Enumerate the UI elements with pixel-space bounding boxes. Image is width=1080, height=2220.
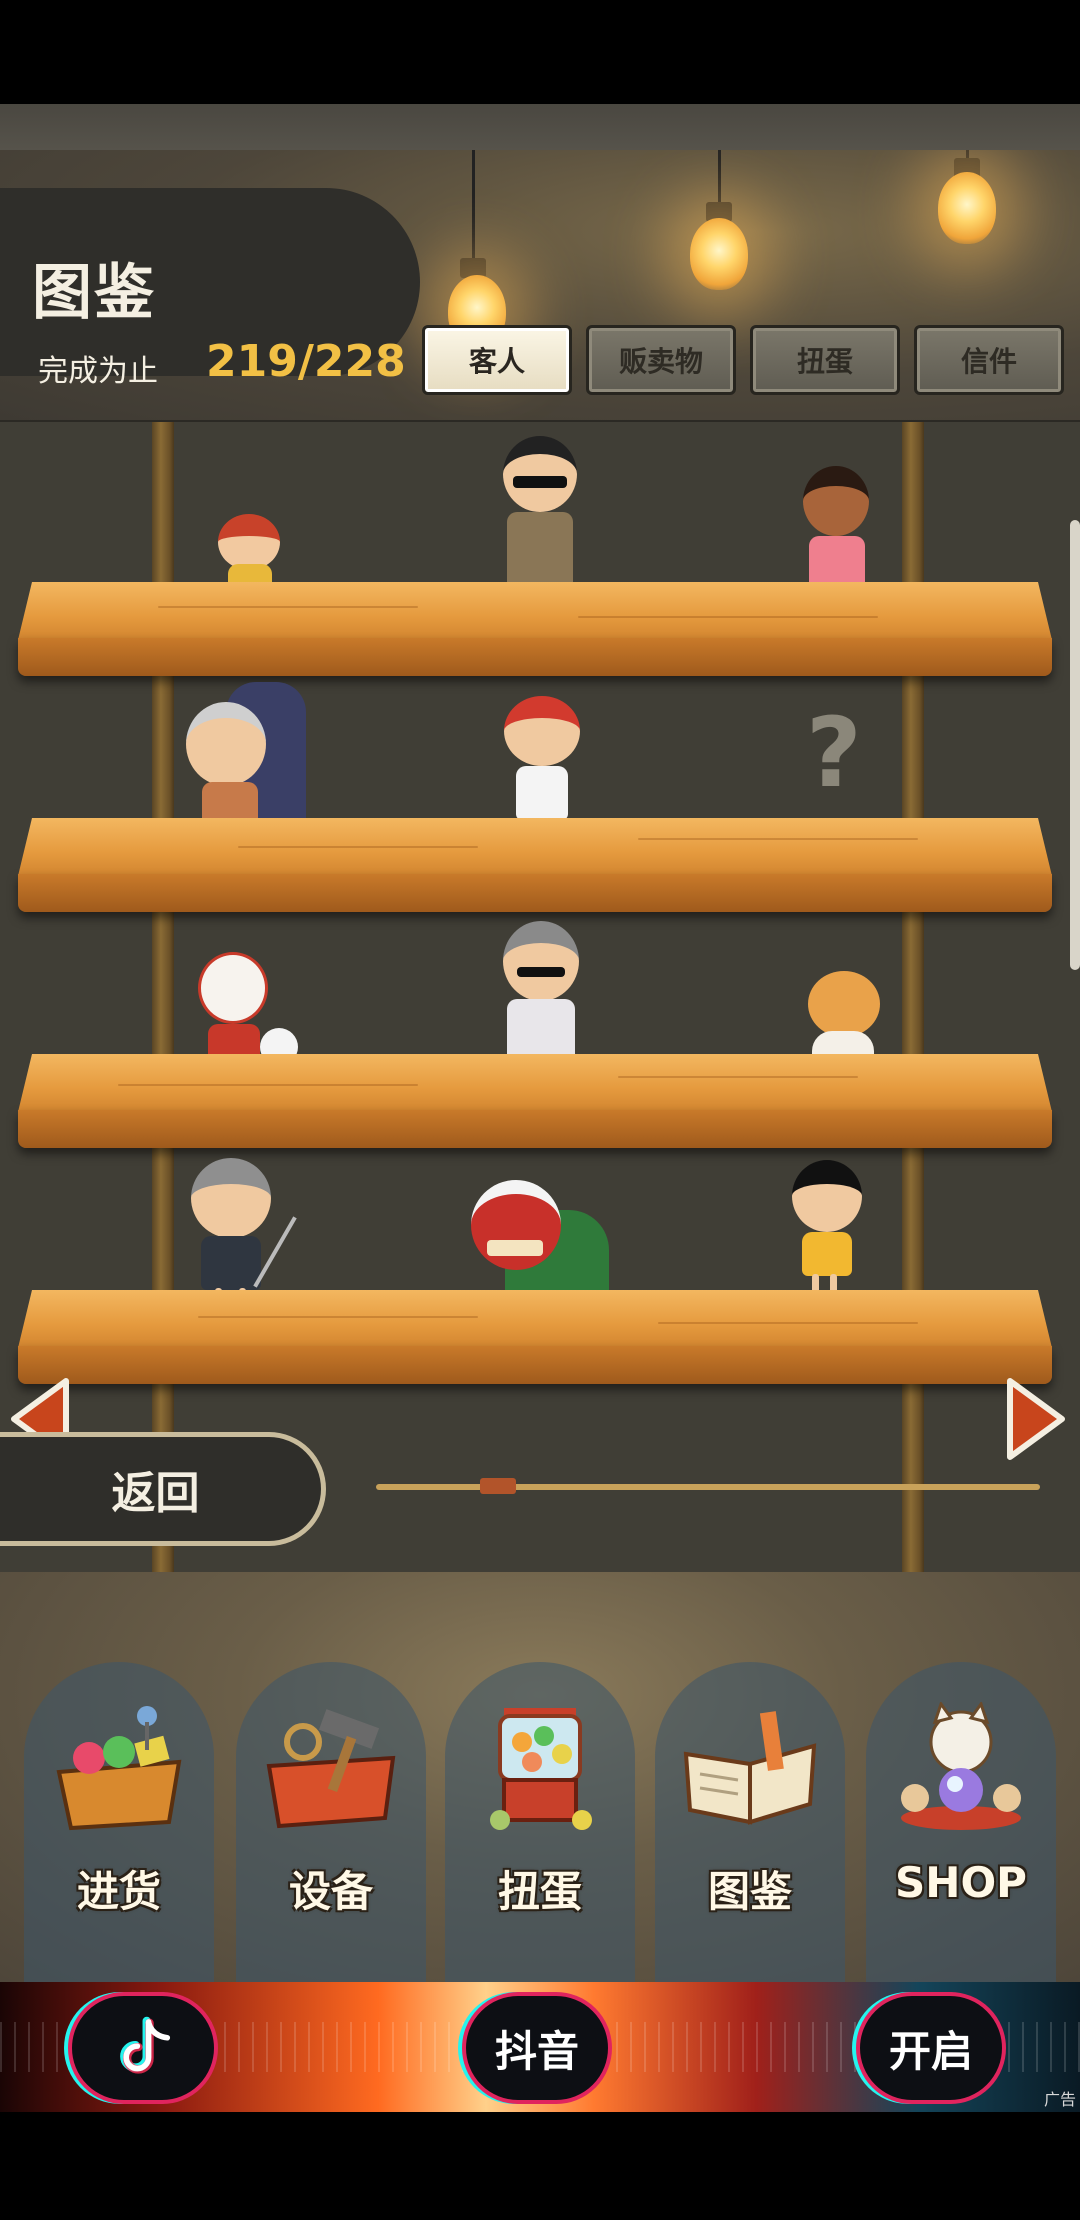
menu-collection-button[interactable]: 图鉴 bbox=[655, 1662, 845, 1982]
ad-douyin-button[interactable]: 抖音 bbox=[462, 1992, 612, 2104]
menu-shop-button[interactable]: SHOP bbox=[866, 1662, 1056, 1982]
unknown-guest[interactable]: ? bbox=[806, 697, 862, 809]
progress-label: 完成为止 bbox=[38, 354, 158, 389]
gacha-machine-icon bbox=[470, 1702, 610, 1832]
menu-equipment-button[interactable]: 设备 bbox=[236, 1662, 426, 1982]
next-page-arrow-icon[interactable] bbox=[1004, 1377, 1068, 1461]
tab-gacha[interactable]: 扭蛋 bbox=[750, 325, 900, 395]
open-book-icon bbox=[680, 1702, 820, 1832]
menu-equipment-label: 设备 bbox=[288, 1867, 373, 1916]
progress-count: 219/228 bbox=[206, 336, 406, 387]
ad-banner[interactable]: 抖音 开启 广告 bbox=[0, 1982, 1080, 2112]
navigation-bar bbox=[0, 2112, 1080, 2220]
menu-restock-label: 进货 bbox=[76, 1867, 161, 1916]
tab-guests[interactable]: 客人 bbox=[422, 325, 572, 395]
vertical-scrollbar[interactable] bbox=[1070, 520, 1080, 970]
lamp-wire bbox=[718, 150, 721, 205]
title-panel: 图鉴 完成为止 219/228 bbox=[0, 188, 420, 389]
ad-open-button[interactable]: 开启 bbox=[856, 1992, 1006, 2104]
lamp-wire bbox=[472, 150, 475, 260]
page-scroll-thumb[interactable] bbox=[480, 1478, 516, 1494]
tab-letters[interactable]: 信件 bbox=[914, 325, 1064, 395]
light-bulb-icon bbox=[690, 218, 748, 290]
top-strip bbox=[0, 104, 1080, 150]
menu-shop-label: SHOP bbox=[895, 1858, 1027, 1907]
menu-gacha-label: 扭蛋 bbox=[497, 1867, 582, 1916]
page-title: 图鉴 bbox=[32, 258, 156, 328]
shelf-plank bbox=[18, 1054, 1052, 1150]
back-button[interactable]: 返回 bbox=[0, 1432, 326, 1546]
tab-goods[interactable]: 贩卖物 bbox=[586, 325, 736, 395]
menu-restock-button[interactable]: 进货 bbox=[24, 1662, 214, 1982]
lucky-cat-icon bbox=[891, 1700, 1031, 1832]
bottom-menu: 进货 设备 扭蛋 图鉴 SHOP bbox=[0, 1572, 1080, 1982]
shelf-plank bbox=[18, 582, 1052, 678]
light-bulb-icon bbox=[938, 172, 996, 244]
status-bar bbox=[0, 0, 1080, 104]
menu-collection-label: 图鉴 bbox=[707, 1867, 792, 1916]
tiktok-logo-icon[interactable] bbox=[68, 1992, 218, 2104]
collection-shelf: ? 返回 bbox=[0, 420, 1080, 1574]
shelf-plank bbox=[18, 818, 1052, 914]
category-tabs: 客人 贩卖物 扭蛋 信件 bbox=[422, 325, 1064, 395]
toolbox-icon bbox=[261, 1702, 401, 1832]
menu-gacha-button[interactable]: 扭蛋 bbox=[445, 1662, 635, 1982]
shelf-plank bbox=[18, 1290, 1052, 1386]
page-scroll-track[interactable] bbox=[376, 1484, 1040, 1490]
ad-tag-label: 广告 bbox=[1043, 2090, 1076, 2109]
basket-goods-icon bbox=[49, 1702, 189, 1832]
